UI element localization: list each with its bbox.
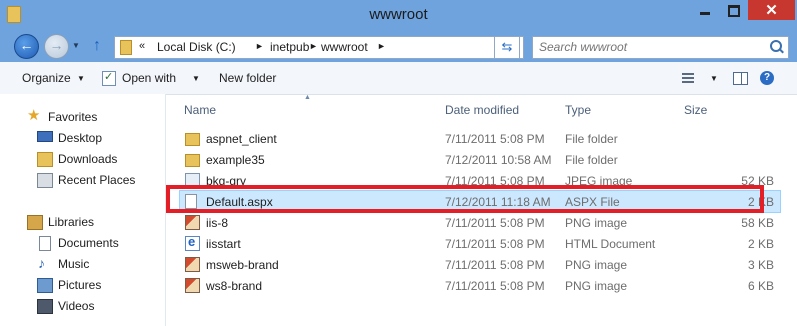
change-view-icon[interactable] bbox=[682, 73, 694, 83]
column-header-date-modified[interactable]: Date modified bbox=[445, 103, 519, 117]
png-icon bbox=[185, 278, 200, 293]
red-highlight-annotation bbox=[166, 185, 764, 213]
file-type: PNG image bbox=[565, 258, 628, 272]
file-name: msweb-brand bbox=[206, 258, 279, 272]
file-type: HTML Document bbox=[565, 237, 656, 251]
folder-icon bbox=[185, 154, 200, 167]
minimize-button[interactable] bbox=[692, 0, 718, 20]
html-icon bbox=[185, 234, 200, 251]
search-input[interactable] bbox=[539, 39, 759, 55]
recent-places-icon bbox=[37, 173, 53, 188]
breadcrumb-local-disk[interactable]: Local Disk (C:) bbox=[157, 40, 236, 54]
libraries-icon bbox=[27, 215, 43, 230]
preview-pane-icon[interactable] bbox=[733, 72, 748, 85]
file-date: 7/11/2011 5:08 PM bbox=[445, 132, 545, 146]
breadcrumb-separator-icon[interactable]: ► bbox=[377, 41, 386, 51]
downloads-folder-icon bbox=[37, 152, 53, 167]
column-header-name[interactable]: Name bbox=[184, 103, 216, 117]
file-name: aspnet_client bbox=[206, 132, 277, 146]
close-icon: ✕ bbox=[765, 2, 778, 19]
sort-ascending-icon: ▲ bbox=[304, 94, 311, 101]
file-name: example35 bbox=[206, 153, 265, 167]
command-bar: Organize ▼ Open with ▼ New folder ▼ ? bbox=[0, 62, 797, 95]
search-box[interactable] bbox=[532, 36, 789, 59]
file-name: iis-8 bbox=[206, 216, 229, 230]
file-row[interactable]: ws8-brand 7/11/2011 5:08 PM PNG image 6 … bbox=[180, 275, 780, 296]
breadcrumb-overflow-icon[interactable]: « bbox=[139, 40, 145, 52]
music-icon: ♪ bbox=[38, 255, 45, 271]
png-icon bbox=[185, 215, 200, 230]
search-icon[interactable] bbox=[770, 40, 782, 52]
navigation-bar: ← → ▼ ↑ « Local Disk (C:) ► inetpub ► ww… bbox=[0, 30, 797, 62]
desktop-icon bbox=[37, 131, 53, 142]
open-with-icon bbox=[102, 70, 116, 86]
file-size: 6 KB bbox=[747, 279, 774, 293]
star-icon: ★ bbox=[27, 107, 41, 124]
file-type: PNG image bbox=[565, 279, 628, 293]
view-options-chevron-down-icon[interactable]: ▼ bbox=[710, 74, 718, 83]
forward-arrow-icon: → bbox=[49, 37, 64, 53]
videos-icon bbox=[37, 299, 53, 314]
file-type: File folder bbox=[565, 132, 618, 146]
back-button[interactable]: ← bbox=[14, 34, 39, 59]
back-arrow-icon: ← bbox=[19, 37, 34, 53]
breadcrumb-separator-icon[interactable]: ► bbox=[255, 41, 264, 51]
window-title: wwwroot bbox=[369, 6, 428, 23]
address-bar[interactable]: « Local Disk (C:) ► inetpub ► wwwroot ► … bbox=[114, 36, 524, 59]
open-with-chevron-down-icon[interactable]: ▼ bbox=[192, 74, 200, 83]
forward-button[interactable]: → bbox=[44, 34, 69, 59]
maximize-button[interactable] bbox=[720, 0, 746, 20]
organize-chevron-down-icon[interactable]: ▼ bbox=[77, 74, 85, 83]
file-date: 7/11/2011 5:08 PM bbox=[445, 279, 545, 293]
sidebar-item-favorites[interactable]: Favorites bbox=[48, 110, 97, 124]
file-name: ws8-brand bbox=[206, 279, 263, 293]
sidebar-item-pictures[interactable]: Pictures bbox=[58, 278, 101, 292]
column-header-size[interactable]: Size bbox=[684, 103, 707, 117]
up-arrow-icon[interactable]: ↑ bbox=[93, 37, 101, 55]
breadcrumb-inetpub[interactable]: inetpub bbox=[270, 40, 309, 54]
file-row[interactable]: iisstart 7/11/2011 5:08 PM HTML Document… bbox=[180, 233, 780, 254]
file-row[interactable]: aspnet_client 7/11/2011 5:08 PM File fol… bbox=[180, 128, 780, 149]
png-icon bbox=[185, 257, 200, 272]
file-row[interactable]: iis-8 7/11/2011 5:08 PM PNG image 58 KB bbox=[180, 212, 780, 233]
sidebar-item-libraries[interactable]: Libraries bbox=[48, 215, 94, 229]
sidebar-item-downloads[interactable]: Downloads bbox=[58, 152, 117, 166]
refresh-icon: ⇆ bbox=[501, 39, 513, 54]
title-bar: wwwroot ✕ bbox=[0, 0, 797, 30]
file-row[interactable]: msweb-brand 7/11/2011 5:08 PM PNG image … bbox=[180, 254, 780, 275]
file-date: 7/11/2011 5:08 PM bbox=[445, 237, 545, 251]
recent-locations-chevron-down-icon[interactable]: ▼ bbox=[72, 41, 80, 50]
breadcrumb-separator-icon[interactable]: ► bbox=[309, 41, 318, 51]
help-icon[interactable]: ? bbox=[760, 71, 774, 85]
open-with-button[interactable]: Open with bbox=[122, 71, 176, 85]
file-size: 2 KB bbox=[747, 237, 774, 251]
column-header-type[interactable]: Type bbox=[565, 103, 591, 117]
file-type: File folder bbox=[565, 153, 618, 167]
sidebar-item-music[interactable]: Music bbox=[58, 257, 89, 271]
address-folder-icon bbox=[120, 40, 132, 55]
file-date: 7/12/2011 10:58 AM bbox=[445, 153, 552, 167]
file-date: 7/11/2011 5:08 PM bbox=[445, 216, 545, 230]
sidebar-item-documents[interactable]: Documents bbox=[58, 236, 119, 250]
pictures-icon bbox=[37, 278, 53, 293]
file-date: 7/11/2011 5:08 PM bbox=[445, 258, 545, 272]
file-name: iisstart bbox=[206, 237, 241, 251]
new-folder-button[interactable]: New folder bbox=[219, 71, 276, 85]
file-row[interactable]: example35 7/12/2011 10:58 AM File folder bbox=[180, 149, 780, 170]
sidebar-item-desktop[interactable]: Desktop bbox=[58, 131, 102, 145]
file-size: 3 KB bbox=[747, 258, 774, 272]
documents-icon bbox=[39, 236, 51, 251]
sidebar-item-videos[interactable]: Videos bbox=[58, 299, 94, 313]
file-type: PNG image bbox=[565, 216, 628, 230]
sidebar-item-recent-places[interactable]: Recent Places bbox=[58, 173, 135, 187]
organize-button[interactable]: Organize bbox=[22, 71, 71, 85]
folder-icon bbox=[185, 133, 200, 146]
navigation-pane: ★ Favorites Desktop Downloads Recent Pla… bbox=[0, 94, 166, 326]
breadcrumb-wwwroot[interactable]: wwwroot bbox=[321, 40, 368, 54]
close-button[interactable]: ✕ bbox=[748, 0, 795, 20]
refresh-button[interactable]: ⇆ bbox=[494, 36, 520, 59]
file-size: 58 KB bbox=[741, 216, 774, 230]
